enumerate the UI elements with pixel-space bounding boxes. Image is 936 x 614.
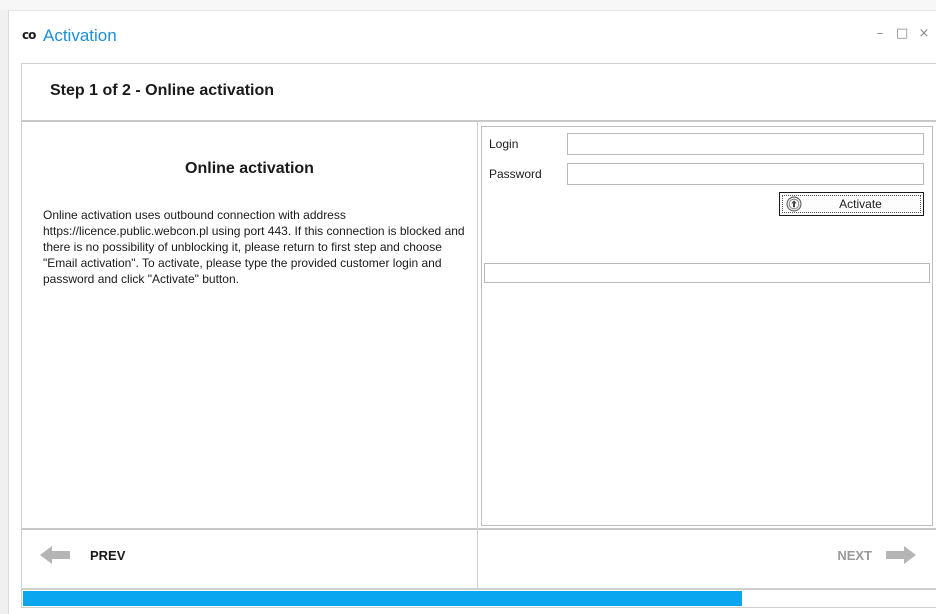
arrow-left-icon xyxy=(40,546,70,564)
arrow-right-icon xyxy=(886,546,916,564)
window-controls: – □ × xyxy=(874,26,930,41)
status-output xyxy=(484,263,930,283)
next-button[interactable]: NEXT xyxy=(837,546,916,564)
title-bar[interactable]: co Activation – □ × xyxy=(9,11,936,63)
background-edge xyxy=(0,0,936,10)
close-button[interactable]: × xyxy=(918,26,930,41)
next-label: NEXT xyxy=(837,547,872,563)
password-label: Password xyxy=(489,167,542,181)
panel-description: Online activation uses outbound connecti… xyxy=(43,208,465,286)
progress-fill xyxy=(23,591,742,606)
credentials-panel: Login Password Activate xyxy=(481,126,933,526)
step-header: Step 1 of 2 - Online activation xyxy=(22,64,936,122)
activate-button[interactable]: Activate xyxy=(779,192,924,216)
prev-button[interactable]: PREV xyxy=(40,546,125,564)
info-panel: Online activation Online activation uses… xyxy=(22,122,478,528)
activate-label: Activate xyxy=(839,197,882,211)
password-input[interactable] xyxy=(567,163,924,185)
step-title: Step 1 of 2 - Online activation xyxy=(50,82,275,99)
login-label: Login xyxy=(489,137,519,151)
login-input[interactable] xyxy=(567,133,924,155)
prev-label: PREV xyxy=(90,547,126,563)
footer-left: PREV xyxy=(22,528,478,588)
window-title: Activation xyxy=(43,26,117,45)
progress-bar xyxy=(21,589,936,608)
activation-window: co Activation – □ × Step 1 of 2 - Online… xyxy=(8,10,936,614)
minimize-button[interactable]: – xyxy=(874,26,886,41)
panel-heading: Online activation xyxy=(185,160,314,177)
app-logo-icon: co xyxy=(22,28,36,42)
maximize-button[interactable]: □ xyxy=(896,26,908,41)
wizard-container: Step 1 of 2 - Online activation Online a… xyxy=(21,63,936,589)
footer-right: NEXT xyxy=(478,528,936,588)
